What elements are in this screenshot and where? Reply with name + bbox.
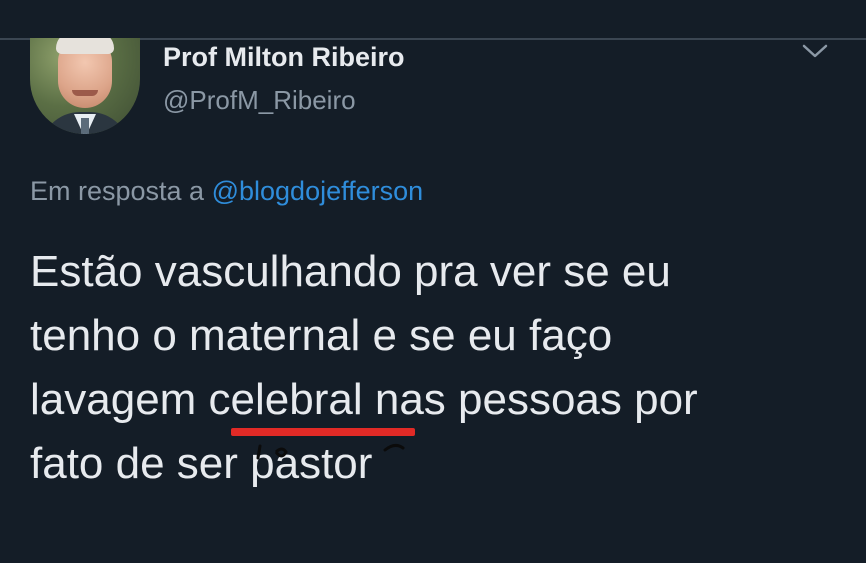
author-handle[interactable]: @ProfM_Ribeiro: [163, 85, 356, 116]
reply-mention-link[interactable]: @blogdojefferson: [212, 176, 424, 206]
tweet-text-line: Estão vasculhando pra ver se eu: [30, 247, 671, 296]
author-name[interactable]: Prof Milton Ribeiro: [163, 42, 404, 73]
tweet-text-line: lavagem celebral nas pessoas por: [30, 375, 698, 424]
avatar-tie: [81, 118, 89, 134]
red-underline-annotation: [231, 428, 415, 436]
reply-prefix: Em resposta a: [30, 176, 205, 206]
chevron-down-icon[interactable]: [800, 40, 830, 62]
tweet-text: Estão vasculhando pra ver se eu tenho o …: [30, 240, 850, 496]
avatar-mouth: [72, 90, 98, 96]
tweet-text-line: tenho o maternal e se eu faço: [30, 311, 613, 360]
tweet-card: Prof Milton Ribeiro @ProfM_Ribeiro Em re…: [0, 0, 866, 563]
avatar-hair: [56, 38, 114, 54]
reply-context: Em resposta a @blogdojefferson: [30, 176, 423, 207]
handwritten-correction-mark: [256, 443, 405, 460]
author-avatar[interactable]: [30, 38, 140, 134]
tweet-text-line: fato de ser pastor: [30, 439, 373, 488]
